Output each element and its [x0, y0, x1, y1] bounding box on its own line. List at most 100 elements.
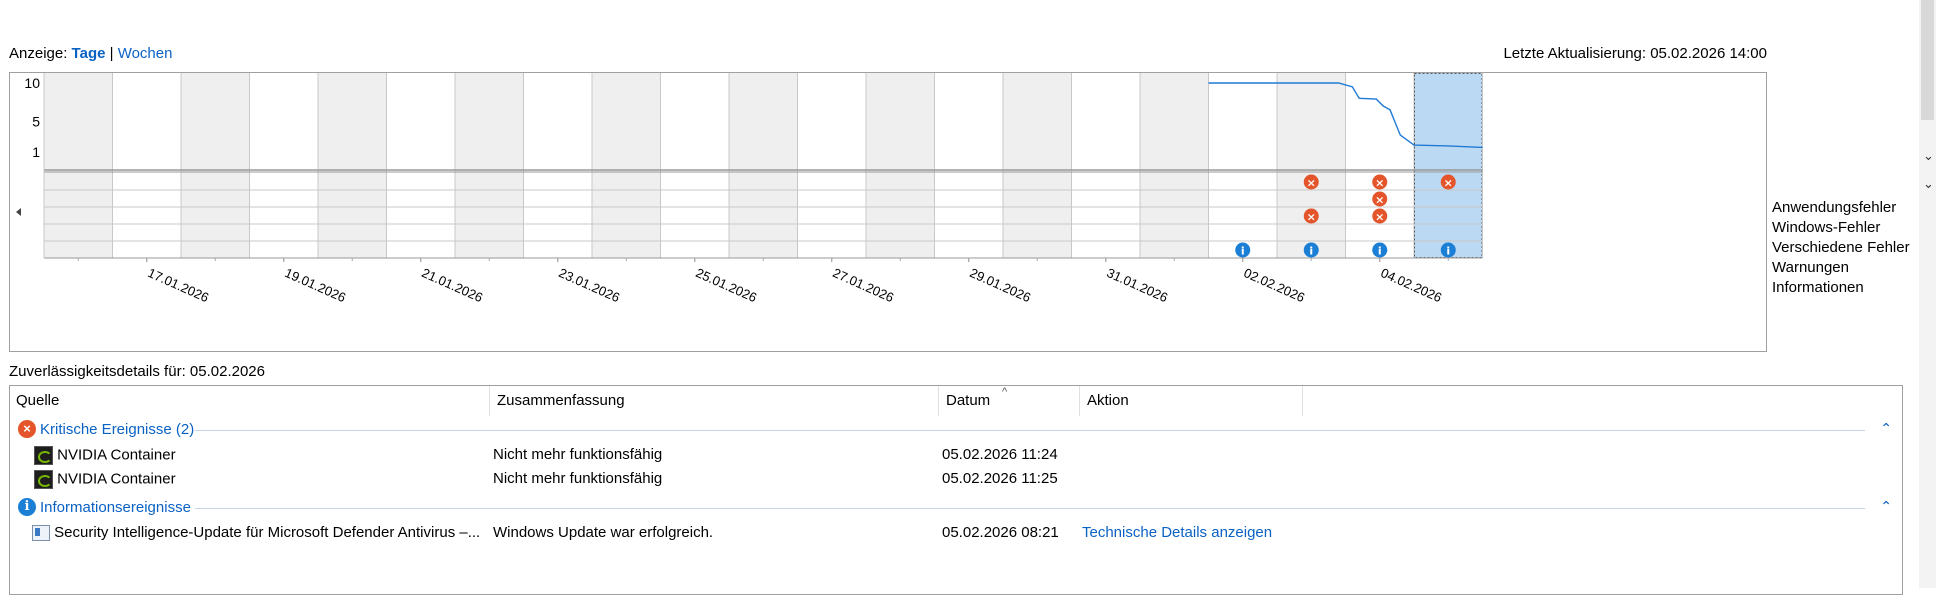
- x-tick-label: 31.01.2026: [1105, 265, 1171, 305]
- reliability-chart-svg: 10 5 1 × × × × × × i i i i 17.01.2026 19.01.2026 21.01.…: [16, 73, 1483, 305]
- technical-details-link[interactable]: Technische Details anzeigen: [1082, 524, 1302, 541]
- error-marker-glyph: ×: [1444, 177, 1453, 190]
- day-column-31.01.2026[interactable]: [1071, 73, 1141, 258]
- error-marker-glyph: ×: [1375, 194, 1384, 207]
- day-column-25.01.2026[interactable]: [660, 73, 730, 258]
- day-column-30.01.2026[interactable]: [1003, 73, 1072, 258]
- y-tick-label: 10: [24, 75, 40, 91]
- day-column-21.01.2026[interactable]: [386, 73, 456, 258]
- day-column-29.01.2026[interactable]: [934, 73, 1004, 258]
- error-icon: ×: [18, 420, 36, 438]
- view-weeks-link[interactable]: Wochen: [118, 45, 173, 62]
- group-critical-text: Kritische Ereignisse (2): [40, 420, 195, 438]
- table-row[interactable]: NVIDIA Container Nicht mehr funktionsfäh…: [10, 467, 1902, 491]
- table-row[interactable]: NVIDIA Container Nicht mehr funktionsfäh…: [10, 443, 1902, 467]
- row-summary: Nicht mehr funktionsfähig: [493, 470, 663, 487]
- day-column-05.02.2026[interactable]: [1414, 73, 1483, 258]
- info-marker-glyph: i: [1378, 245, 1382, 258]
- details-title: Zuverlässigkeitsdetails für: 05.02.2026: [9, 363, 265, 380]
- group-divider: [195, 430, 1865, 431]
- day-column-19.01.2026[interactable]: [249, 73, 319, 258]
- view-separator: |: [109, 45, 114, 62]
- x-tick-label: 02.02.2026: [1242, 265, 1308, 305]
- chevron-down-icon[interactable]: ⌄: [1923, 148, 1934, 164]
- error-marker-glyph: ×: [1375, 211, 1384, 224]
- details-table: Quelle Zusammenfassung Datum ^ Aktion × …: [9, 385, 1903, 595]
- x-tick-label: 29.01.2026: [968, 265, 1034, 305]
- last-update-text: Letzte Aktualisierung: 05.02.2026 14:00: [1503, 45, 1767, 62]
- column-header-summary[interactable]: Zusammenfassung: [491, 386, 939, 416]
- day-column-18.01.2026[interactable]: [181, 73, 250, 258]
- column-header-date[interactable]: Datum ^: [940, 386, 1080, 416]
- row-source: Security Intelligence-Update für Microso…: [32, 524, 494, 542]
- error-marker-glyph: ×: [1307, 211, 1316, 224]
- column-header-source[interactable]: Quelle: [10, 386, 490, 416]
- row-label-information: Informationen: [1772, 279, 1864, 296]
- day-column-24.01.2026[interactable]: [592, 73, 661, 258]
- column-header-action[interactable]: Aktion: [1081, 386, 1303, 416]
- info-icon: i: [18, 498, 36, 516]
- day-column-28.01.2026[interactable]: [866, 73, 935, 258]
- scrollbar-thumb[interactable]: [1921, 0, 1934, 120]
- day-column-03.02.2026[interactable]: [1277, 73, 1346, 258]
- row-label-windows-errors: Windows-Fehler: [1772, 219, 1881, 236]
- x-tick-label: 21.01.2026: [420, 265, 486, 305]
- group-information-text: Informationsereignisse: [40, 498, 191, 516]
- row-label-misc-errors: Verschiedene Fehler: [1772, 239, 1910, 256]
- day-column-23.01.2026[interactable]: [523, 73, 593, 258]
- day-column-04.02.2026[interactable]: [1345, 73, 1415, 258]
- group-critical-label: × Kritische Ereignisse (2): [18, 420, 194, 438]
- row-date: 05.02.2026 11:24: [942, 446, 1058, 463]
- reliability-chart[interactable]: 10 5 1 × × × × × × i i i i 17.01.2026 19.01.2026 21.01.…: [9, 72, 1767, 352]
- column-header-date-label: Datum: [946, 392, 991, 409]
- nvidia-icon: [34, 446, 53, 465]
- table-row[interactable]: Security Intelligence-Update für Microso…: [10, 521, 1902, 545]
- y-tick-label: 5: [32, 113, 40, 129]
- x-tick-label: 23.01.2026: [557, 265, 623, 305]
- row-date: 05.02.2026 11:25: [942, 470, 1058, 487]
- row-date: 05.02.2026 08:21: [942, 524, 1059, 541]
- row-summary: Nicht mehr funktionsfähig: [493, 446, 663, 463]
- x-tick-label: 25.01.2026: [694, 265, 760, 305]
- row-source: NVIDIA Container: [34, 446, 494, 465]
- x-tick-label: 19.01.2026: [283, 265, 349, 305]
- view-days-link[interactable]: Tage: [72, 45, 106, 62]
- scroll-left-arrow-icon[interactable]: [16, 208, 21, 216]
- error-marker-glyph: ×: [1375, 177, 1384, 190]
- day-column-22.01.2026[interactable]: [455, 73, 524, 258]
- row-source: NVIDIA Container: [34, 470, 494, 489]
- collapse-chevron-icon[interactable]: ⌃: [1880, 420, 1892, 437]
- event-row-labels: Anwendungsfehler Windows-Fehler Verschie…: [1772, 198, 1936, 298]
- day-column-17.01.2026[interactable]: [112, 73, 182, 258]
- row-summary: Windows Update war erfolgreich.: [493, 524, 714, 541]
- error-marker-glyph: ×: [1307, 177, 1316, 190]
- view-label: Anzeige:: [9, 45, 68, 62]
- info-marker-glyph: i: [1446, 245, 1450, 258]
- row-source-text: NVIDIA Container: [57, 446, 176, 464]
- info-marker-glyph: i: [1241, 245, 1245, 258]
- group-divider: [195, 508, 1865, 509]
- view-toggle: Anzeige: Tage | Wochen: [9, 45, 172, 62]
- x-tick-label: 17.01.2026: [146, 265, 212, 305]
- y-tick-label: 1: [32, 144, 40, 160]
- x-tick-label: 04.02.2026: [1379, 265, 1445, 305]
- day-column-02.02.2026[interactable]: [1208, 73, 1278, 258]
- day-column-01.02.2026[interactable]: [1140, 73, 1209, 258]
- nvidia-icon: [34, 470, 53, 489]
- day-column-27.01.2026[interactable]: [797, 73, 867, 258]
- row-source-text: Security Intelligence-Update für Microso…: [54, 524, 481, 541]
- row-source-text: NVIDIA Container: [57, 470, 176, 488]
- info-marker-glyph: i: [1309, 245, 1313, 258]
- x-tick-label: 27.01.2026: [831, 265, 897, 305]
- day-column-26.01.2026[interactable]: [729, 73, 798, 258]
- update-icon: [32, 525, 50, 542]
- top-bar: Anzeige: Tage | Wochen Letzte Aktualisie…: [9, 45, 1769, 67]
- day-column-20.01.2026[interactable]: [318, 73, 387, 258]
- collapse-chevron-icon[interactable]: ⌃: [1880, 498, 1892, 515]
- chevron-down-icon[interactable]: ⌄: [1923, 176, 1934, 192]
- group-information-label: i Informationsereignisse: [18, 498, 191, 516]
- group-critical-events[interactable]: × Kritische Ereignisse (2) ⌃: [10, 418, 1902, 442]
- row-label-application-errors: Anwendungsfehler: [1772, 199, 1897, 216]
- day-column-16.01.2026[interactable]: [44, 73, 113, 258]
- group-information-events[interactable]: i Informationsereignisse ⌃: [10, 496, 1902, 520]
